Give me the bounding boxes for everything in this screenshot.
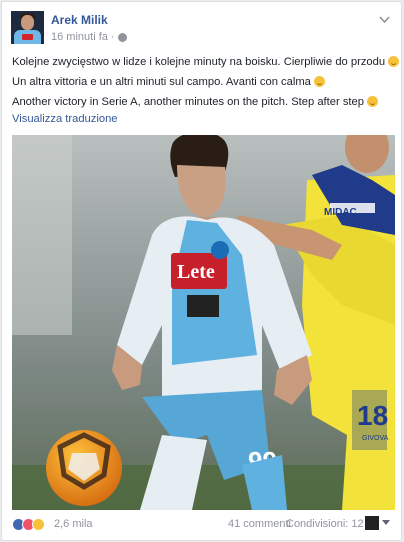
author-name[interactable]: Arek Milik	[51, 13, 108, 27]
see-translation-link[interactable]: Visualizza traduzione	[12, 113, 118, 125]
post-footer: 2,6 mila 41 commenti Condivisioni: 12	[12, 516, 393, 534]
smile-emoji-icon	[388, 56, 400, 67]
post-text: Kolejne zwycięstwo w lidze i kolejne min…	[12, 53, 400, 113]
post-text-line: Un altra vittoria e un altri minuti sul …	[12, 73, 393, 93]
football	[46, 430, 122, 506]
post-text-line: Kolejne zwycięstwo w lidze i kolejne min…	[12, 53, 400, 73]
wow-reaction-icon	[32, 518, 45, 531]
opponent-number-text: 18	[357, 400, 388, 431]
avatar-sponsor-badge	[22, 34, 33, 40]
stands-blur	[12, 135, 72, 335]
shirt-sponsor-text: Lete	[177, 261, 215, 283]
opponent-brand-text: GIVOVA	[362, 435, 389, 442]
reaction-count[interactable]: 2,6 mila	[54, 518, 93, 530]
post-card: Arek Milik 16 minuti fa · Kolejne zwycię…	[1, 1, 402, 541]
post-text-line: Another victory in Serie A, another minu…	[12, 93, 393, 113]
opponent-sponsor-text: MIDAC	[324, 207, 357, 218]
post-header: Arek Milik 16 minuti fa ·	[11, 11, 392, 47]
post-meta: 16 minuti fa ·	[51, 31, 127, 43]
match-photo-illustration: Lete 99 MIDAC 18 GIVOVA	[12, 135, 395, 510]
reactions-summary[interactable]	[12, 518, 45, 531]
smile-emoji-icon	[313, 75, 325, 87]
post-photo[interactable]: Lete 99 MIDAC 18 GIVOVA	[12, 135, 395, 510]
globe-icon	[117, 32, 127, 42]
avatar-face	[21, 15, 34, 30]
smile-emoji-icon	[366, 95, 378, 107]
chevron-down-icon[interactable]	[379, 15, 390, 24]
comments-count[interactable]: 41 commenti	[228, 518, 291, 530]
shares-count[interactable]: Condivisioni: 12	[286, 518, 364, 530]
share-as-avatar[interactable]	[365, 516, 379, 530]
post-time[interactable]: 16 minuti fa	[51, 31, 108, 43]
separator-dot: ·	[110, 31, 115, 43]
author-avatar[interactable]	[11, 11, 44, 44]
caret-down-icon[interactable]	[382, 520, 390, 525]
